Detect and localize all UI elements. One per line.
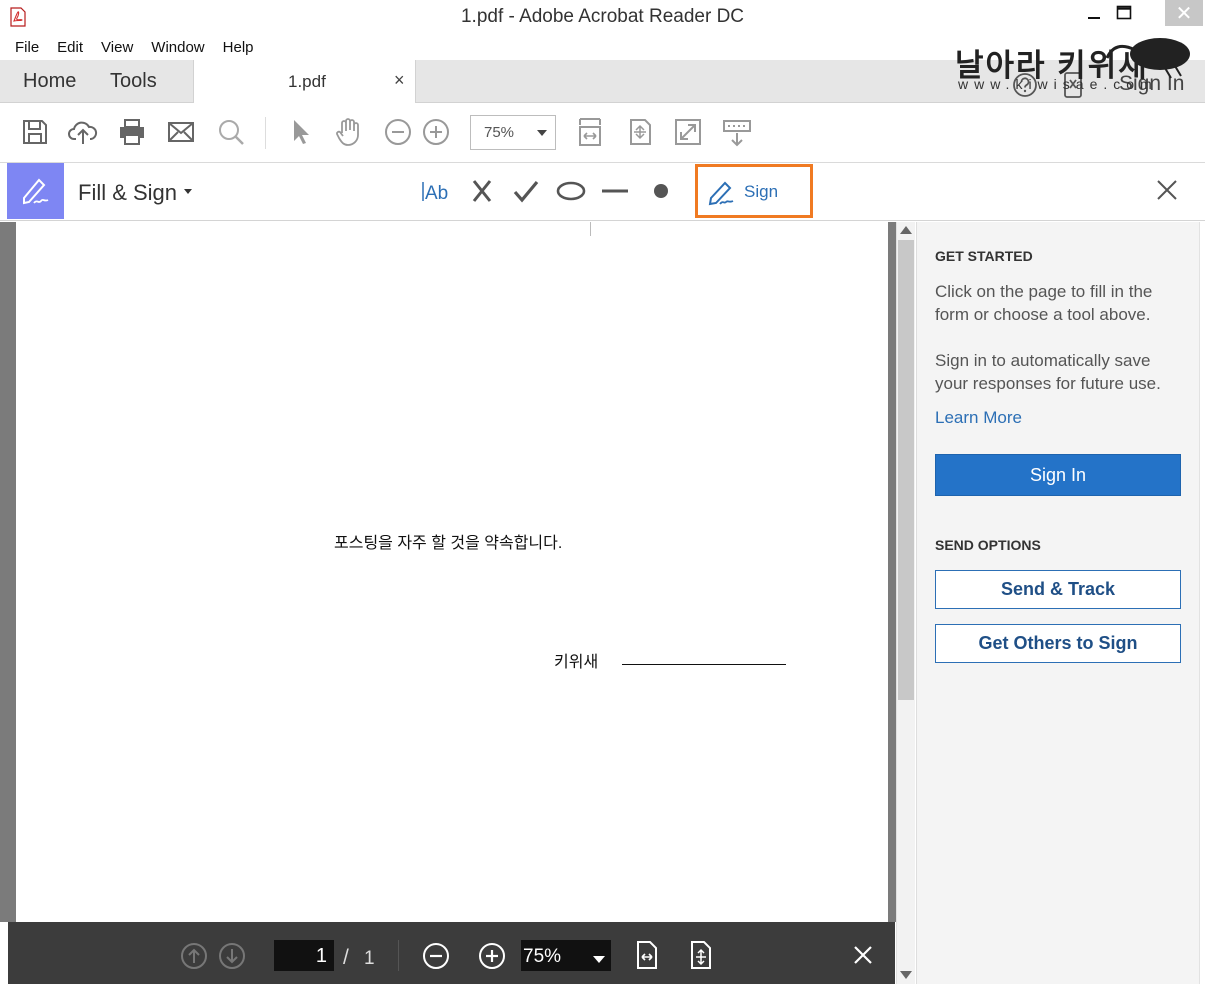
page-total: 1 [364, 948, 375, 969]
ellipse-icon[interactable] [554, 175, 588, 207]
menu-help[interactable]: Help [223, 39, 254, 56]
search-icon[interactable] [216, 117, 246, 147]
sign-pen-icon [708, 181, 734, 206]
next-page-icon[interactable] [218, 942, 246, 970]
send-options-heading: SEND OPTIONS [935, 537, 1041, 553]
chevron-down-icon [593, 956, 605, 963]
svg-text:Ab: Ab [425, 183, 448, 204]
right-panel: GET STARTED Click on the page to fill in… [916, 222, 1200, 984]
chevron-down-icon[interactable] [184, 189, 192, 194]
get-started-text: Click on the page to fill in the form or… [935, 282, 1153, 324]
page-separator: / [343, 946, 349, 969]
fit-width-icon[interactable] [635, 940, 659, 970]
close-icon[interactable] [1154, 177, 1180, 203]
upload-cloud-icon[interactable] [68, 117, 98, 147]
signature-line [622, 664, 786, 665]
page-navigation-bar: 1 / 1 75% [8, 922, 895, 984]
zoom-value: 75% [484, 124, 515, 141]
zoom-out-icon[interactable] [383, 117, 413, 147]
scroll-down-icon[interactable] [900, 971, 912, 979]
menu-window[interactable]: Window [151, 39, 204, 56]
main-toolbar: 75% [0, 103, 1205, 163]
fill-sign-badge [7, 163, 64, 219]
tab-tools[interactable]: Tools [110, 70, 157, 93]
fill-sign-pen-icon [23, 178, 49, 205]
cross-mark-icon[interactable] [465, 175, 499, 207]
line-icon[interactable] [598, 175, 632, 207]
get-others-to-sign-button[interactable]: Get Others to Sign [935, 624, 1181, 663]
menu-file[interactable]: File [15, 39, 39, 56]
kiwi-bird-icon [1105, 38, 1190, 79]
minimize-icon [1088, 17, 1100, 19]
sign-button-label: Sign [744, 182, 779, 201]
email-icon[interactable] [166, 117, 196, 147]
print-icon[interactable] [117, 117, 147, 147]
previous-page-icon[interactable] [180, 942, 208, 970]
zoom-level-value: 75% [523, 946, 562, 967]
close-window-button[interactable]: ✕ [1165, 0, 1203, 26]
menu-view[interactable]: View [101, 39, 133, 56]
dot-icon[interactable] [644, 175, 678, 207]
zoom-in-icon[interactable] [421, 117, 451, 147]
rotate-icon[interactable] [625, 117, 655, 147]
sign-in-info-text: Sign in to automatically save your respo… [935, 351, 1161, 393]
select-arrow-icon[interactable] [287, 117, 317, 147]
read-mode-icon[interactable] [722, 117, 752, 147]
menu-edit[interactable]: Edit [57, 39, 83, 56]
page-number-input[interactable]: 1 [274, 940, 334, 971]
maximize-icon [1116, 5, 1132, 20]
fit-page-icon[interactable] [689, 940, 713, 970]
check-mark-icon[interactable] [509, 175, 543, 207]
watermark-logo: 날아라 키위새 www.kiwisae.com [955, 38, 1195, 98]
tab-document[interactable]: 1.pdf × [193, 60, 416, 103]
add-text-icon[interactable]: Ab [420, 175, 454, 207]
fit-width-icon[interactable] [575, 117, 605, 147]
fill-sign-title[interactable]: Fill & Sign [78, 180, 177, 206]
get-started-heading: GET STARTED [935, 248, 1033, 264]
panel-right-edge [1199, 222, 1205, 991]
title-bar: 1.pdf - Adobe Acrobat Reader DC ✕ [0, 0, 1205, 34]
pdf-page[interactable] [16, 222, 888, 922]
sign-button[interactable]: Sign [695, 164, 813, 218]
document-body-text: 포스팅을 자주 할 것을 약속합니다. [334, 535, 563, 552]
fullscreen-icon[interactable] [673, 117, 703, 147]
document-tab-label: 1.pdf [288, 72, 326, 91]
fill-sign-toolbar: Fill & Sign Ab Sign [0, 163, 1205, 221]
zoom-level-dropdown[interactable]: 75% [521, 940, 611, 971]
page-top-marker [590, 222, 591, 236]
window-bottom-edge [0, 984, 1205, 991]
sign-in-button[interactable]: Sign In [935, 454, 1181, 496]
zoom-dropdown[interactable]: 75% [470, 115, 556, 150]
hand-icon[interactable] [333, 117, 363, 147]
learn-more-link[interactable]: Learn More [935, 408, 1022, 428]
signer-name: 키위새 [554, 654, 599, 671]
zoom-out-icon[interactable] [422, 942, 450, 970]
scroll-up-icon[interactable] [900, 226, 912, 234]
close-icon[interactable] [851, 943, 875, 967]
pagebar-divider [398, 940, 399, 971]
save-icon[interactable] [20, 117, 50, 147]
window-title: 1.pdf - Adobe Acrobat Reader DC [460, 6, 745, 27]
maximize-button[interactable] [1104, 0, 1144, 26]
zoom-in-icon[interactable] [478, 942, 506, 970]
scrollbar-thumb[interactable] [898, 240, 914, 700]
chevron-down-icon [537, 130, 547, 136]
tab-home[interactable]: Home [23, 70, 76, 93]
toolbar-divider [265, 117, 266, 149]
close-tab-button[interactable]: × [394, 70, 405, 91]
page-number-value: 1 [315, 945, 327, 967]
send-track-button[interactable]: Send & Track [935, 570, 1181, 609]
